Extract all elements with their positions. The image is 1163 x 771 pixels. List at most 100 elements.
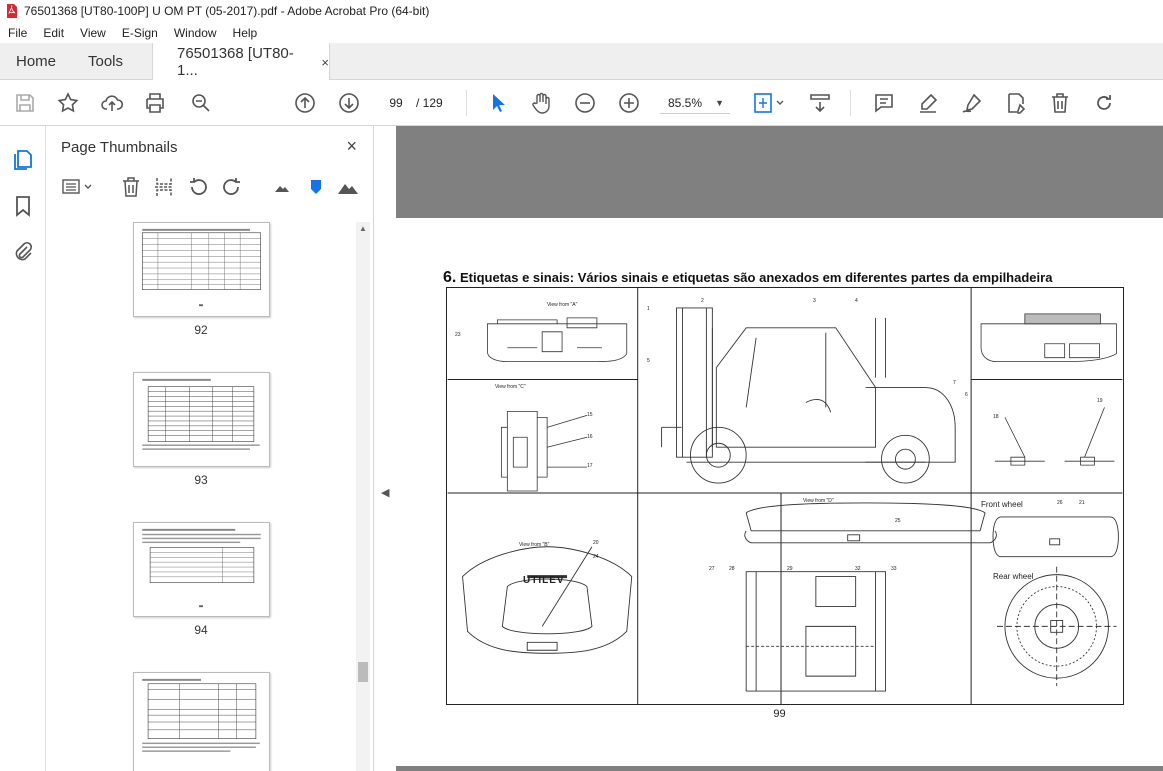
callout-27: 27 — [709, 566, 715, 572]
panel-title: Page Thumbnails — [61, 139, 178, 156]
main-toolbar: 99 / 129 85.5% ▼ — [0, 80, 1163, 126]
tab-document-label: 76501368 [UT80-1... — [177, 45, 294, 79]
select-cursor-icon[interactable] — [486, 91, 510, 115]
collapse-left-icon: ◀ — [381, 487, 390, 499]
edit-pdf-icon[interactable] — [1004, 91, 1028, 115]
hand-tool-icon[interactable] — [529, 91, 553, 115]
delete-page-icon[interactable] — [120, 176, 142, 198]
menu-view[interactable]: View — [72, 26, 114, 40]
sign-pen-icon[interactable] — [960, 91, 984, 115]
callout-33: 33 — [891, 566, 897, 572]
callout-18: 17 — [587, 463, 593, 469]
save-icon[interactable] — [13, 91, 37, 115]
thumbnail-page-92[interactable] — [133, 222, 270, 317]
rotate-right-icon[interactable] — [221, 176, 243, 198]
acrobat-icon — [7, 4, 17, 18]
callout-28: 28 — [729, 566, 735, 572]
menu-esign[interactable]: E-Sign — [114, 26, 166, 40]
zoom-level-select[interactable]: 85.5% ▼ — [660, 93, 730, 114]
page-number: 99 — [773, 708, 786, 720]
thumbnail-size-slider[interactable] — [305, 176, 327, 198]
zoom-level-value: 85.5% — [668, 96, 703, 110]
menu-window[interactable]: Window — [166, 26, 225, 40]
upload-cloud-icon[interactable] — [100, 91, 124, 115]
label-diagram: View from "A" View from "C" View from "B… — [446, 287, 1124, 705]
thumbnail-scrollbar[interactable]: ▲ — [356, 222, 370, 771]
callout-26: 26 — [1057, 500, 1063, 506]
fit-page-icon[interactable] — [752, 91, 788, 115]
callout-29: 29 — [787, 566, 793, 572]
callout-4: 4 — [855, 298, 858, 304]
callout-25: 25 — [895, 518, 901, 524]
callout-2: 2 — [701, 298, 704, 304]
options-menu-icon[interactable] — [61, 176, 97, 198]
tab-tools[interactable]: Tools — [88, 43, 123, 80]
label-view-a: View from "A" — [547, 302, 578, 308]
window-title: 76501368 [UT80-100P] U OM PT (05-2017).p… — [24, 4, 430, 18]
toolbar-divider — [466, 90, 467, 116]
scrollbar-thumb[interactable] — [358, 662, 368, 682]
menu-bar: File Edit View E-Sign Window Help — [0, 22, 1163, 43]
thumbnail-small-icon[interactable] — [271, 176, 293, 198]
document-view-bottom — [396, 766, 1163, 771]
thumbnail-label: 92 — [194, 323, 208, 337]
document-view[interactable]: 6. Etiquetas e sinais: Vários sinais e e… — [396, 126, 1163, 771]
rotate-left-icon[interactable] — [187, 176, 209, 198]
scroll-mode-icon[interactable] — [808, 91, 832, 115]
menu-edit[interactable]: Edit — [35, 26, 72, 40]
tab-bar: Home Tools 76501368 [UT80-1... × — [0, 43, 1163, 81]
label-view-c: View from "C" — [495, 384, 526, 390]
callout-22: 21 — [1079, 500, 1085, 506]
tab-tools-label: Tools — [88, 53, 124, 70]
thumbnail-page-95[interactable] — [133, 672, 270, 771]
left-rail — [0, 126, 46, 771]
thumbnails-panel: Page Thumbnails × 92 93 94 ▲ — [46, 126, 374, 771]
callout-3: 3 — [813, 298, 816, 304]
total-pages: / 129 — [416, 96, 443, 110]
zoom-search-icon[interactable] — [189, 91, 213, 115]
thumbnail-label: 94 — [194, 623, 208, 637]
callout-21: 20 — [593, 540, 599, 546]
print-icon[interactable] — [143, 91, 167, 115]
trash-icon[interactable] — [1048, 91, 1072, 115]
callout-32: 32 — [855, 566, 861, 572]
extract-page-icon[interactable] — [153, 176, 175, 198]
label-view-d: View from "D" — [803, 498, 834, 504]
callout-5: 5 — [647, 358, 650, 364]
close-icon[interactable]: × — [346, 136, 357, 157]
heading-text: Etiquetas e sinais: Vários sinais e etiq… — [459, 270, 1053, 285]
toolbar-divider — [850, 90, 851, 116]
chevron-down-icon: ▼ — [715, 98, 724, 108]
attachments-paperclip-icon[interactable] — [11, 240, 35, 264]
callout-20: 19 — [1097, 398, 1103, 404]
menu-file[interactable]: File — [0, 26, 35, 40]
thumbnail-label: 93 — [194, 473, 208, 487]
tab-document[interactable]: 76501368 [UT80-1... × — [152, 43, 330, 81]
tab-home[interactable]: Home — [16, 43, 56, 80]
panel-collapse-handle[interactable]: ◀ — [374, 126, 396, 771]
thumbnail-toolbar — [46, 172, 374, 206]
brand-logo: UTILEV — [523, 575, 565, 586]
label-view-b: View from "B" — [519, 542, 550, 548]
tab-home-label: Home — [16, 53, 57, 70]
thumbnail-large-icon[interactable] — [337, 176, 359, 198]
current-page-input[interactable]: 99 — [380, 91, 412, 114]
title-bar: 76501368 [UT80-100P] U OM PT (05-2017).p… — [0, 0, 1163, 22]
redo-icon[interactable] — [1092, 91, 1116, 115]
zoom-in-icon[interactable] — [617, 91, 641, 115]
bookmark-star-icon[interactable] — [56, 91, 80, 115]
highlight-pen-icon[interactable] — [916, 91, 940, 115]
scroll-up-icon[interactable]: ▲ — [359, 224, 367, 233]
next-page-icon[interactable] — [337, 91, 361, 115]
previous-page-icon[interactable] — [293, 91, 317, 115]
tab-close-icon[interactable]: × — [321, 55, 329, 70]
comment-icon[interactable] — [872, 91, 896, 115]
thumbnail-page-94[interactable] — [133, 522, 270, 617]
page-thumbnails-icon[interactable] — [11, 148, 35, 172]
label-rear-wheel: Rear wheel — [993, 572, 1034, 581]
menu-help[interactable]: Help — [225, 26, 266, 40]
callout-7: 7 — [953, 380, 956, 386]
zoom-out-icon[interactable] — [573, 91, 597, 115]
thumbnail-page-93[interactable] — [133, 372, 270, 467]
bookmarks-icon[interactable] — [11, 194, 35, 218]
